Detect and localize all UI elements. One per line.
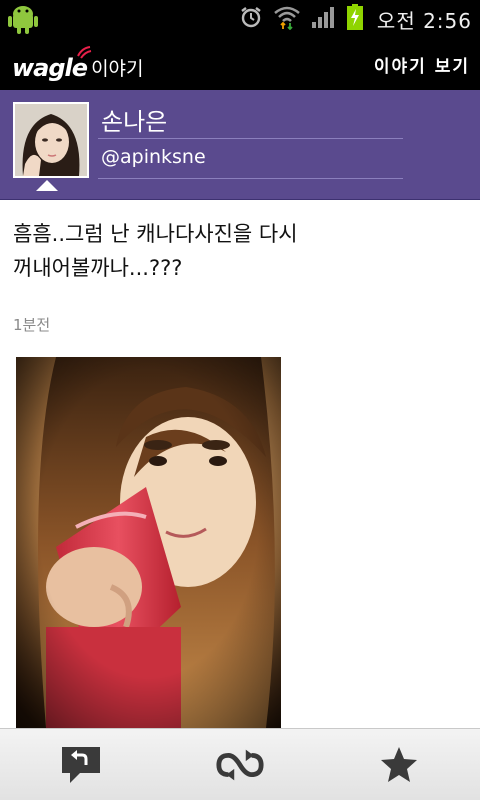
profile-divider <box>98 138 403 139</box>
logo-subtitle: 이야기 <box>91 58 144 80</box>
profile-header[interactable]: 손나은 @apinksne <box>0 90 480 200</box>
bottom-toolbar <box>0 728 480 800</box>
profile-handle: @apinksne <box>101 146 206 168</box>
profile-divider <box>98 178 403 179</box>
battery-charging-icon <box>346 4 363 34</box>
pointer-caret <box>36 180 58 191</box>
signal-icon <box>311 5 337 33</box>
post-text-line: 흠흠..그럼 난 캐나다사진을 다시 <box>13 222 298 246</box>
profile-name: 손나은 <box>101 108 168 136</box>
post-photo[interactable] <box>16 357 281 728</box>
retweet-button[interactable] <box>215 741 265 789</box>
post-text: 흠흠..그럼 난 캐나다사진을 다시 꺼내어볼까나...??? <box>13 217 453 285</box>
alarm-icon <box>239 5 263 33</box>
post-timestamp: 1분전 <box>13 316 51 334</box>
avatar[interactable] <box>13 102 89 178</box>
view-story-button[interactable]: 이야기 보기 <box>374 52 470 77</box>
reply-button[interactable] <box>56 741 106 789</box>
favorite-button[interactable] <box>374 741 424 789</box>
app-bar: wagle 이야기 이야기 보기 <box>0 38 480 90</box>
star-icon <box>381 747 417 782</box>
status-time: 오전 2:56 <box>376 8 472 33</box>
reply-icon <box>62 747 100 783</box>
post-text-line: 꺼내어볼까나...??? <box>13 256 183 280</box>
wifi-icon <box>273 4 301 34</box>
status-bar: 오전 2:56 <box>0 0 480 38</box>
logo-signal-icon <box>77 46 92 59</box>
android-icon <box>6 2 40 36</box>
retweet-icon <box>216 749 264 781</box>
app-logo: wagle 이야기 <box>12 46 144 82</box>
